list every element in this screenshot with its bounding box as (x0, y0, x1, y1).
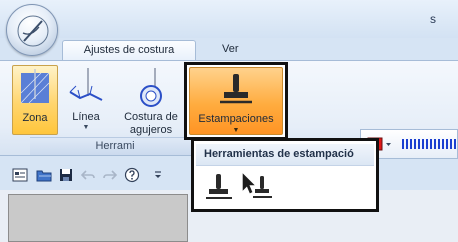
estampaciones-label: Estampaciones (198, 113, 274, 125)
new-file-icon[interactable] (12, 167, 28, 183)
stamp-tools-popup: Herramientas de estampació (191, 138, 379, 212)
open-folder-icon[interactable] (36, 167, 52, 183)
chevron-down-icon: ▼ (82, 124, 90, 131)
stitch-type-button[interactable] (401, 136, 457, 152)
design-canvas-panel[interactable] (8, 194, 188, 242)
save-icon[interactable] (58, 167, 74, 183)
zona-label: Zona (22, 112, 48, 124)
eyelet-stitch-icon (140, 68, 162, 107)
tab-ajustes-de-costura[interactable]: Ajustes de costura (62, 40, 196, 60)
undo-icon[interactable] (80, 167, 96, 183)
customize-toolbar-icon[interactable] (150, 167, 166, 183)
application-menu-button[interactable] (6, 4, 58, 56)
stamp-tool-button[interactable] (204, 171, 234, 203)
linea-label: Línea (72, 111, 100, 123)
popup-title: Herramientas de estampació (196, 144, 374, 166)
chevron-down-icon: ▼ (232, 127, 240, 134)
stamp-icon (220, 74, 252, 104)
zona-button[interactable]: Zona (12, 65, 58, 135)
redo-icon[interactable] (102, 167, 118, 183)
stamp-tool-icon (206, 174, 232, 199)
ribbon-tab-strip: Ajustes de costura Ver (0, 38, 458, 60)
estampaciones-highlight: Estampaciones ▼ (184, 62, 288, 140)
estampaciones-button[interactable]: Estampaciones ▼ (189, 67, 283, 135)
linea-button[interactable]: Línea ▼ (64, 65, 108, 135)
tab-ver[interactable]: Ver (212, 40, 249, 60)
area-fill-icon (20, 69, 50, 104)
select-stamp-tool-button[interactable] (240, 171, 272, 203)
stitch-pattern-icon (402, 139, 456, 149)
line-stitch-icon (69, 68, 103, 101)
title-bar: s (0, 0, 458, 38)
needle-logo-icon (17, 15, 49, 47)
window-title: s (430, 12, 436, 26)
select-stamp-icon (242, 173, 272, 198)
help-icon[interactable] (124, 167, 140, 183)
costura-label-line1: Costura de (124, 111, 178, 123)
ribbon-group-label: Herrami (30, 137, 200, 155)
application-window: s Ajustes de costura Ver Zona Línea ▼ Co… (0, 0, 458, 242)
costura-de-agujeros-button[interactable]: Costura de agujeros (116, 65, 186, 136)
costura-label-line2: agujeros (129, 124, 173, 136)
